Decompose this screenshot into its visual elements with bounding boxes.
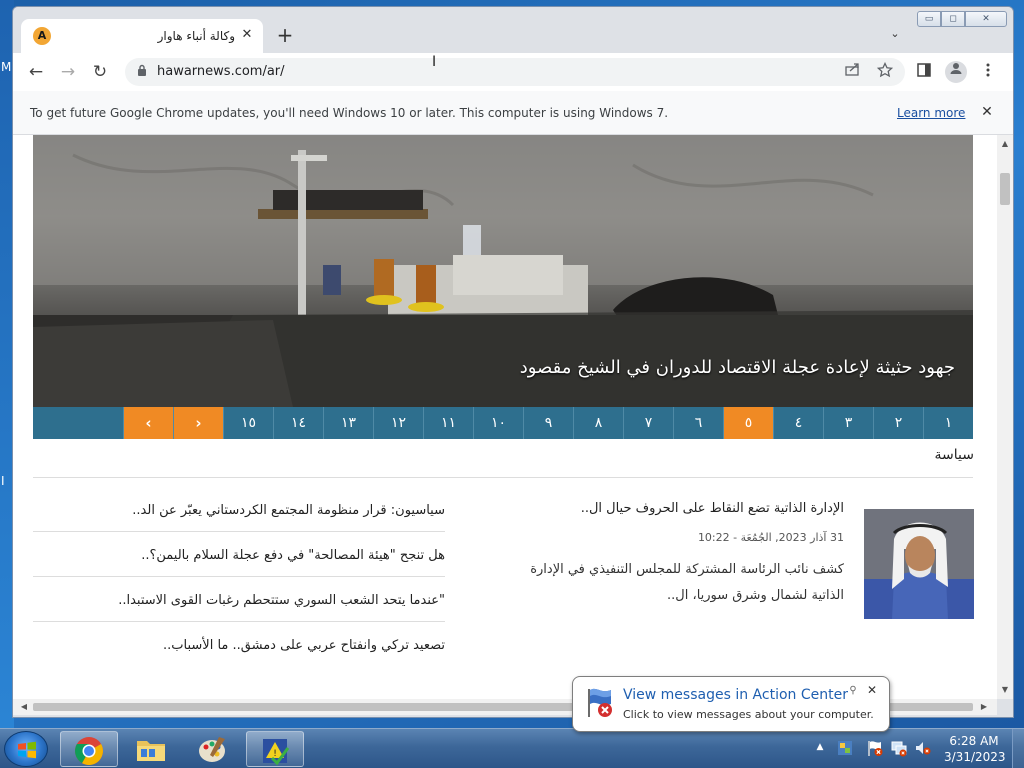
browser-window: A وكالة أنباء هاوار ✕ + ⌄ ▭ ◻ ✕ ← → ↻ ha… — [12, 6, 1014, 718]
start-button[interactable] — [4, 731, 48, 767]
section-title[interactable]: سياسة — [935, 447, 974, 463]
pager-item-active[interactable]: ٥ — [723, 407, 773, 439]
infobar-close-icon[interactable]: ✕ — [979, 103, 995, 121]
feature-article-date: 31 آذار 2023, الجُمُعَة - 10:22 — [697, 531, 844, 544]
hero-slide-image[interactable]: جهود حثيثة لإعادة عجلة الاقتصاد للدوران … — [33, 135, 973, 407]
menu-kebab-icon[interactable] — [977, 61, 999, 83]
pager-item[interactable]: ٢ — [873, 407, 923, 439]
section-divider — [33, 477, 973, 478]
learn-more-link[interactable]: Learn more — [897, 106, 965, 120]
tab-search-icon[interactable]: ⌄ — [887, 27, 903, 43]
url-text[interactable]: hawarnews.com/ar/ — [157, 64, 285, 79]
pager-item[interactable]: ٦ — [673, 407, 723, 439]
side-panel-icon[interactable] — [913, 61, 935, 83]
paint-palette-icon — [199, 737, 225, 762]
pager-item[interactable]: ١ — [923, 407, 973, 439]
pager-item[interactable]: ٣ — [823, 407, 873, 439]
headline-list: سياسيون: قرار منظومة المجتمع الكردستاني … — [33, 487, 445, 667]
desktop-icon-label: I — [1, 474, 5, 488]
vertical-scrollbar[interactable]: ▲ ▼ — [997, 135, 1013, 699]
clock-time[interactable]: 6:28 AM — [944, 734, 1004, 748]
minimize-button[interactable]: ▭ — [917, 11, 941, 27]
headline-item[interactable]: "عندما يتحد الشعب السوري ستتحطم رغبات ال… — [33, 577, 445, 622]
web-page: جهود حثيثة لإعادة عجلة الاقتصاد للدوران … — [13, 135, 997, 699]
folder-icon — [137, 741, 165, 761]
profile-avatar-icon[interactable] — [945, 61, 967, 83]
pager-next-button[interactable]: › — [173, 407, 223, 439]
chrome-icon — [75, 737, 103, 765]
pager-item[interactable]: ١٥ — [223, 407, 273, 439]
pager-item[interactable]: ١٠ — [473, 407, 523, 439]
show-desktop-button[interactable] — [1012, 729, 1024, 768]
windows-logo-icon — [18, 741, 36, 759]
maximize-button[interactable]: ◻ — [941, 11, 965, 27]
taskbar-chrome[interactable] — [60, 731, 118, 767]
notification-text[interactable]: Click to view messages about your comput… — [623, 708, 874, 721]
vertical-scroll-thumb[interactable] — [1000, 173, 1010, 205]
action-center-notification[interactable]: View messages in Action Center Click to … — [572, 676, 890, 732]
forward-button[interactable]: → — [57, 61, 79, 83]
headline-item[interactable]: سياسيون: قرار منظومة المجتمع الكردستاني … — [33, 487, 445, 532]
text-cursor-icon: I — [432, 54, 437, 70]
pager-item[interactable]: ١٤ — [273, 407, 323, 439]
action-center-icon — [588, 688, 612, 717]
notification-close-icon[interactable]: ✕ — [865, 683, 879, 697]
taskbar: ! ▲ 6:28 AM 3/31/2023 — [0, 728, 1024, 768]
feature-article-image[interactable] — [864, 509, 974, 619]
new-tab-button[interactable]: + — [275, 25, 295, 45]
pager-prev-button[interactable]: ‹ — [123, 407, 173, 439]
share-icon[interactable] — [843, 62, 863, 82]
update-infobar: To get future Google Chrome updates, you… — [13, 91, 1013, 135]
notification-pin-icon[interactable]: ⚲ — [847, 685, 859, 697]
slider-pager: ١ ٢ ٣ ٤ ٥ ٦ ٧ ٨ ٩ ١٠ ١١ ١٢ ١٣ ١٤ ١٥ › ‹ — [33, 407, 973, 439]
show-hidden-icons-button[interactable]: ▲ — [814, 741, 826, 753]
browser-toolbar: ← → ↻ hawarnews.com/ar/ — [13, 53, 1013, 91]
headline-item[interactable]: تصعيد تركي وانفتاح عربي على دمشق.. ما ال… — [33, 622, 445, 667]
pager-item[interactable]: ٨ — [573, 407, 623, 439]
reload-button[interactable]: ↻ — [89, 61, 111, 83]
pager-item[interactable]: ١٢ — [373, 407, 423, 439]
pager-item[interactable]: ١١ — [423, 407, 473, 439]
svg-text:!: ! — [273, 749, 277, 759]
clock-date[interactable]: 3/31/2023 — [944, 750, 1006, 764]
hero-caption[interactable]: جهود حثيثة لإعادة عجلة الاقتصاد للدوران … — [520, 357, 955, 378]
taskbar-checklist-app[interactable]: ! — [246, 731, 304, 767]
scroll-right-arrow-icon[interactable]: ▶ — [977, 699, 991, 715]
taskbar-paint[interactable] — [184, 731, 242, 767]
pager-item[interactable]: ٤ — [773, 407, 823, 439]
pager-item[interactable]: ٧ — [623, 407, 673, 439]
tab-active[interactable]: A وكالة أنباء هاوار ✕ — [21, 19, 263, 53]
pager-item[interactable]: ٩ — [523, 407, 573, 439]
notification-title[interactable]: View messages in Action Center — [623, 687, 848, 703]
back-button[interactable]: ← — [25, 61, 47, 83]
infobar-message: To get future Google Chrome updates, you… — [30, 106, 669, 120]
scroll-up-arrow-icon[interactable]: ▲ — [997, 137, 1013, 151]
lock-icon[interactable] — [135, 64, 149, 80]
action-center-flag-icon[interactable] — [866, 739, 884, 757]
scroll-left-arrow-icon[interactable]: ◀ — [17, 699, 31, 715]
site-favicon-icon: A — [33, 27, 51, 45]
warning-check-icon: ! — [263, 739, 290, 766]
flag-tray-icon[interactable] — [836, 739, 854, 757]
tab-strip: A وكالة أنباء هاوار ✕ + ⌄ ▭ ◻ ✕ — [13, 7, 1013, 53]
bookmark-star-icon[interactable] — [875, 61, 895, 82]
tab-title: وكالة أنباء هاوار — [157, 29, 235, 43]
feature-article-excerpt: كشف نائب الرئاسة المشتركة للمجلس التنفيذ… — [530, 562, 844, 603]
address-bar[interactable]: hawarnews.com/ar/ — [125, 58, 905, 86]
feature-article-title[interactable]: الإدارة الذاتية تضع النقاط على الحروف حي… — [581, 501, 844, 516]
pager-item[interactable]: ١٣ — [323, 407, 373, 439]
desktop-icon-label: M — [1, 60, 12, 74]
headline-item[interactable]: هل تنجح "هيئة المصالحة" في دفع عجلة السل… — [33, 532, 445, 577]
tab-close-icon[interactable]: ✕ — [239, 27, 255, 43]
pager-spacer — [33, 407, 123, 439]
taskbar-explorer[interactable] — [122, 731, 180, 767]
network-icon[interactable] — [890, 739, 908, 757]
volume-muted-icon[interactable] — [914, 739, 932, 757]
close-window-button[interactable]: ✕ — [965, 11, 1007, 27]
scroll-down-arrow-icon[interactable]: ▼ — [997, 683, 1013, 697]
